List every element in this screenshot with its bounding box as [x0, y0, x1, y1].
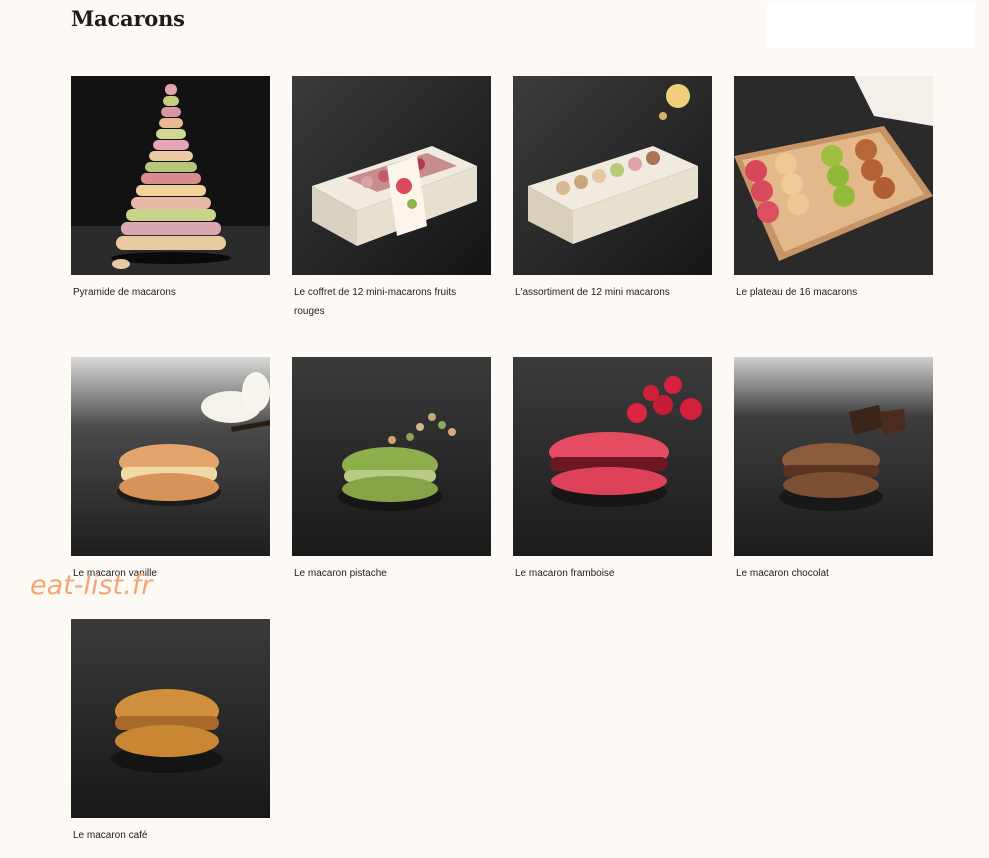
product-name[interactable]: L'assortiment de 12 mini macarons	[513, 283, 705, 302]
coffee-macaron-image[interactable]	[71, 619, 270, 818]
gift-box-image[interactable]	[292, 76, 491, 275]
product-name[interactable]: Le plateau de 16 macarons	[734, 283, 926, 302]
vanilla-macaron-image[interactable]	[71, 357, 270, 556]
product-card-coffret[interactable]: Le coffret de 12 mini-macarons fruits ro…	[292, 76, 491, 321]
page-title: Macarons	[71, 6, 185, 31]
product-name[interactable]: Le macaron café	[71, 826, 263, 845]
product-card-vanille[interactable]: Le macaron vanille	[71, 357, 270, 583]
raspberry-macaron-image[interactable]	[513, 357, 712, 556]
watermark-text: eat-list.fr	[30, 570, 153, 601]
header-search-box[interactable]	[767, 3, 975, 48]
pistachio-macaron-image[interactable]	[292, 357, 491, 556]
product-card-pistache[interactable]: Le macaron pistache	[292, 357, 491, 583]
product-card-chocolat[interactable]: Le macaron chocolat	[734, 357, 933, 583]
product-name[interactable]: Pyramide de macarons	[71, 283, 263, 302]
product-name[interactable]: Le macaron pistache	[292, 564, 484, 583]
product-card-assortiment[interactable]: L'assortiment de 12 mini macarons	[513, 76, 712, 302]
product-card-framboise[interactable]: Le macaron framboise	[513, 357, 712, 583]
product-name[interactable]: Le macaron chocolat	[734, 564, 926, 583]
product-card-pyramide[interactable]: Pyramide de macarons	[71, 76, 270, 302]
macaron-tower-image[interactable]	[71, 76, 270, 275]
assortment-box-image[interactable]	[513, 76, 712, 275]
chocolate-macaron-image[interactable]	[734, 357, 933, 556]
product-card-cafe[interactable]: Le macaron café	[71, 619, 270, 845]
product-name[interactable]: Le coffret de 12 mini-macarons fruits ro…	[292, 283, 484, 321]
product-card-plateau[interactable]: Le plateau de 16 macarons	[734, 76, 933, 302]
tray-image[interactable]	[734, 76, 933, 275]
product-name[interactable]: Le macaron framboise	[513, 564, 705, 583]
